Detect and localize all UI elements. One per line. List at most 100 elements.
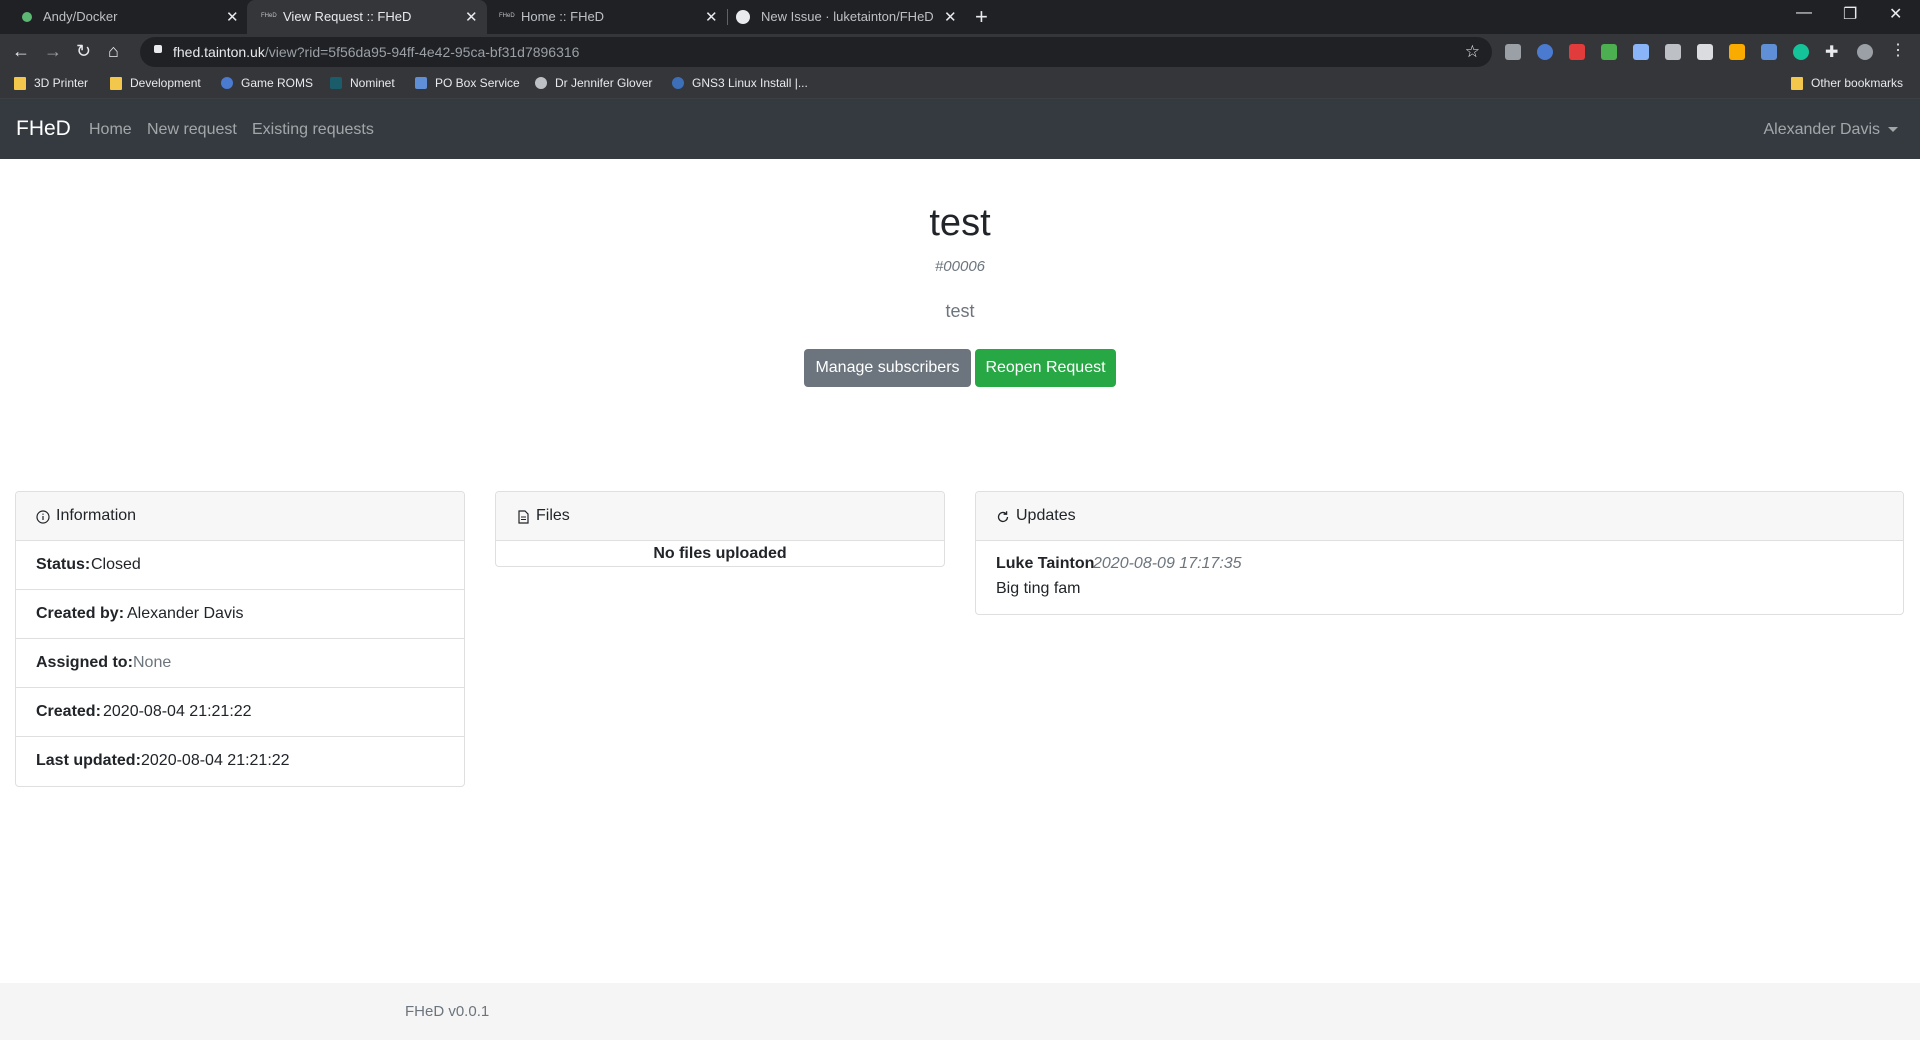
forward-icon[interactable]: → xyxy=(44,42,62,60)
version-text: FHeD v0.0.1 xyxy=(405,1003,490,1020)
bookmark-gns3[interactable]: GNS3 Linux Install |... xyxy=(672,76,808,90)
lock-icon xyxy=(154,45,162,53)
menu-kebab-icon[interactable]: ⋮ xyxy=(1890,40,1906,59)
status-row: Status: Closed xyxy=(16,541,464,590)
extension-icon[interactable] xyxy=(1729,44,1745,60)
site-icon xyxy=(221,77,233,89)
tab-title: View Request :: FHeD xyxy=(283,9,412,24)
card-title: Files xyxy=(536,507,570,524)
folder-icon xyxy=(1791,76,1803,90)
update-timestamp: 2020-08-09 17:17:35 xyxy=(1093,555,1242,572)
fhed-favicon-icon: FHeD xyxy=(261,13,277,19)
grammarly-icon[interactable] xyxy=(1793,44,1809,60)
assigned-row: Assigned to: None xyxy=(16,639,464,688)
browser-toolbar: ← → ↻ ⌂ fhed.tainton.uk/view?rid=5f56da9… xyxy=(0,34,1920,70)
bookmark-label: GNS3 Linux Install |... xyxy=(692,76,808,90)
close-icon[interactable]: ✕ xyxy=(226,8,239,26)
last-updated-label: Last updated: xyxy=(36,752,141,769)
folder-icon xyxy=(110,76,122,90)
bookmark-star-icon[interactable]: ☆ xyxy=(1465,42,1480,62)
extension-icon[interactable] xyxy=(1633,44,1649,60)
adblock-icon[interactable] xyxy=(1569,44,1585,60)
extension-icon[interactable] xyxy=(1697,44,1713,60)
created-label: Created: xyxy=(36,703,101,720)
bookmark-game-roms[interactable]: Game ROMS xyxy=(221,76,313,90)
minimize-icon[interactable]: — xyxy=(1796,4,1812,22)
extension-icon[interactable] xyxy=(1537,44,1553,60)
bookmark-3d-printer[interactable]: 3D Printer xyxy=(14,76,88,90)
card-header: Files xyxy=(496,492,944,541)
site-icon xyxy=(330,77,342,89)
refresh-icon xyxy=(997,511,1009,523)
manage-subscribers-button[interactable]: Manage subscribers xyxy=(804,349,971,387)
created-by-row: Created by: Alexander Davis xyxy=(16,590,464,639)
created-value: 2020-08-04 21:21:22 xyxy=(103,703,252,720)
home-icon[interactable]: ⌂ xyxy=(108,42,119,60)
last-updated-row: Last updated: 2020-08-04 21:21:22 xyxy=(16,737,464,786)
tab-home-fhed[interactable]: FHeD Home :: FHeD ✕ xyxy=(487,0,727,34)
browser-chrome: Andy/Docker ✕ FHeD View Request :: FHeD … xyxy=(0,0,1920,99)
caret-down-icon xyxy=(1888,127,1898,133)
fhed-favicon-icon: FHeD xyxy=(499,13,515,19)
tab-title: Andy/Docker xyxy=(43,9,118,24)
nav-new-request[interactable]: New request xyxy=(147,121,237,139)
close-window-icon[interactable]: ✕ xyxy=(1889,4,1902,24)
tab-andy-docker[interactable]: Andy/Docker ✕ xyxy=(0,0,247,34)
brand[interactable]: FHeD xyxy=(16,117,71,141)
screenshot-extension-icon[interactable] xyxy=(1505,44,1521,60)
url-path: /view?rid=5f56da95-94ff-4e42-95ca-bf31d7… xyxy=(264,44,580,60)
new-tab-button[interactable]: + xyxy=(975,4,988,30)
request-title: test xyxy=(929,202,991,244)
bookmark-other[interactable]: Other bookmarks xyxy=(1791,76,1903,90)
extension-icon[interactable] xyxy=(1665,44,1681,60)
back-icon[interactable]: ← xyxy=(12,42,30,60)
address-bar[interactable]: fhed.tainton.uk/view?rid=5f56da95-94ff-4… xyxy=(140,37,1492,67)
bookmark-nominet[interactable]: Nominet xyxy=(330,76,395,90)
nav-home[interactable]: Home xyxy=(89,121,132,139)
github-icon xyxy=(736,10,750,24)
file-icon xyxy=(518,510,529,524)
puzzle-icon[interactable]: ✚ xyxy=(1825,42,1841,61)
close-icon[interactable]: ✕ xyxy=(465,8,478,26)
card-header: Updates xyxy=(976,492,1903,541)
update-author: Luke Tainton xyxy=(996,555,1095,572)
tab-new-issue[interactable]: New Issue · luketainton/FHeD ✕ xyxy=(728,0,968,34)
bookmark-label: PO Box Service xyxy=(435,76,520,90)
tab-title: New Issue · luketainton/FHeD xyxy=(761,9,934,24)
reload-icon[interactable]: ↻ xyxy=(76,42,91,60)
restore-icon[interactable]: ❐ xyxy=(1843,4,1857,24)
user-name: Alexander Davis xyxy=(1763,121,1881,138)
created-row: Created: 2020-08-04 21:21:22 xyxy=(16,688,464,737)
assigned-label: Assigned to: xyxy=(36,654,133,671)
extension-icon[interactable] xyxy=(1601,44,1617,60)
bookmark-development[interactable]: Development xyxy=(110,76,201,90)
url-text[interactable]: fhed.tainton.uk/view?rid=5f56da95-94ff-4… xyxy=(173,44,579,60)
url-host: fhed.tainton.uk xyxy=(173,44,265,60)
reopen-request-button[interactable]: Reopen Request xyxy=(975,349,1116,387)
updates-card: Updates Luke Tainton 2020-08-09 17:17:35… xyxy=(975,491,1904,615)
close-icon[interactable]: ✕ xyxy=(705,8,718,26)
user-menu[interactable]: Alexander Davis xyxy=(1763,121,1898,139)
extension-icon[interactable] xyxy=(1761,44,1777,60)
card-title: Information xyxy=(56,507,137,524)
request-id: #00006 xyxy=(934,258,986,275)
site-icon xyxy=(415,77,427,89)
card-header: Information xyxy=(16,492,464,541)
bookmark-label: Dr Jennifer Glover xyxy=(555,76,653,90)
avatar[interactable] xyxy=(1857,44,1873,60)
close-icon[interactable]: ✕ xyxy=(944,8,957,26)
bookmark-po-box[interactable]: PO Box Service xyxy=(415,76,520,90)
wordpress-icon xyxy=(535,77,547,89)
nav-existing-requests[interactable]: Existing requests xyxy=(252,121,374,139)
update-message: Big ting fam xyxy=(996,580,1081,597)
site-icon xyxy=(672,77,684,89)
status-value: Closed xyxy=(91,556,141,573)
bookmark-jennifer-glover[interactable]: Dr Jennifer Glover xyxy=(535,76,652,90)
request-description: test xyxy=(945,301,975,321)
bookmark-label: Nominet xyxy=(350,76,395,90)
tab-strip: Andy/Docker ✕ FHeD View Request :: FHeD … xyxy=(0,0,1920,34)
update-item: Luke Tainton 2020-08-09 17:17:35 Big tin… xyxy=(976,541,1903,611)
tab-title: Home :: FHeD xyxy=(521,9,605,24)
tab-view-request[interactable]: FHeD View Request :: FHeD ✕ xyxy=(247,0,487,34)
bookmark-label: Game ROMS xyxy=(241,76,314,90)
